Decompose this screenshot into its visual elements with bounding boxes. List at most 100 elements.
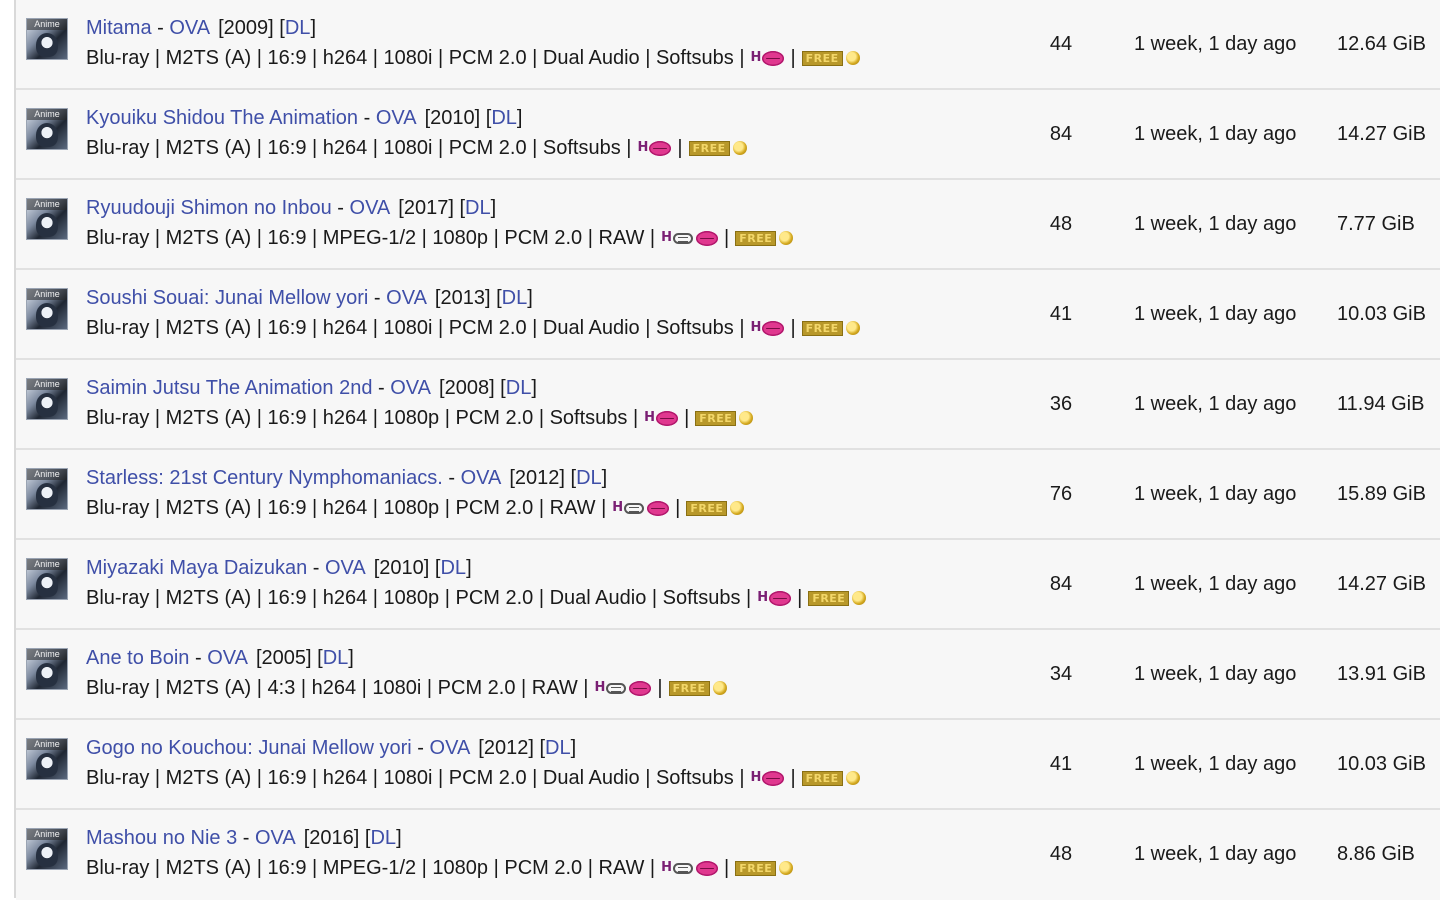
h-icon: H: [750, 50, 762, 65]
release-type-link[interactable]: OVA: [461, 467, 502, 489]
category-art: [36, 303, 58, 327]
size-cell: 11.94 GiB: [1337, 393, 1425, 415]
dl-bracket-open: [: [453, 197, 466, 219]
anime-category-icon[interactable]: Anime: [26, 378, 68, 420]
anime-category-icon[interactable]: Anime: [26, 738, 68, 780]
anime-category-icon[interactable]: Anime: [26, 108, 68, 150]
series-title-link[interactable]: Soushi Souai: Junai Mellow yori: [86, 287, 368, 309]
lips-icon: [762, 770, 785, 786]
size-cell: 7.77 GiB: [1337, 213, 1415, 235]
hentai-badge: H: [751, 764, 785, 792]
series-title-link[interactable]: Mashou no Nie 3: [86, 827, 237, 849]
table-row: Anime Miyazaki Maya Daizukan - OVA [2010] …: [16, 540, 1440, 630]
count-cell: 41: [1049, 303, 1073, 325]
download-link[interactable]: DL: [285, 17, 311, 39]
anime-category-icon[interactable]: Anime: [26, 288, 68, 330]
torrent-title-line: Mashou no Nie 3 - OVA [2016] [DL]: [86, 824, 402, 852]
anime-category-icon[interactable]: Anime: [26, 558, 68, 600]
h-icon: H: [644, 410, 655, 425]
download-link[interactable]: DL: [502, 287, 528, 309]
category-art: [36, 33, 58, 57]
release-type-link[interactable]: OVA: [325, 557, 366, 579]
category-label: Anime: [27, 379, 67, 390]
anime-category-icon[interactable]: Anime: [26, 18, 68, 60]
release-type-link[interactable]: OVA: [350, 197, 391, 219]
series-title-link[interactable]: Ryuudouji Shimon no Inbou: [86, 197, 332, 219]
download-link[interactable]: DL: [370, 827, 396, 849]
download-link[interactable]: DL: [545, 737, 571, 759]
dl-bracket-open: [: [273, 17, 285, 39]
title-separator: -: [358, 107, 376, 129]
lips-icon: [629, 680, 652, 696]
release-year: [2009]: [218, 17, 274, 39]
series-title-link[interactable]: Miyazaki Maya Daizukan: [86, 557, 307, 579]
free-icon: FREE: [801, 50, 843, 66]
release-type-link[interactable]: OVA: [207, 647, 248, 669]
age-cell: 1 week, 1 day ago: [1134, 663, 1297, 685]
series-title-link[interactable]: Gogo no Kouchou: Junai Mellow yori: [86, 737, 412, 759]
age-cell: 1 week, 1 day ago: [1134, 213, 1297, 235]
anime-category-icon[interactable]: Anime: [26, 828, 68, 870]
count-cell: 48: [1049, 843, 1073, 865]
hentai-badge: H: [638, 134, 672, 162]
details-text: Blu-ray | M2TS (A) | 16:9 | h264 | 1080i…: [86, 137, 632, 159]
torrent-details: Blu-ray | M2TS (A) | 16:9 | h264 | 1080i…: [86, 314, 862, 342]
download-link[interactable]: DL: [506, 377, 532, 399]
dl-bracket-close: ]: [490, 197, 497, 219]
download-link[interactable]: DL: [491, 107, 517, 129]
category-art: [36, 573, 58, 597]
release-type-link[interactable]: OVA: [390, 377, 431, 399]
censored-icon: [624, 502, 645, 514]
release-year: [2012]: [509, 467, 565, 489]
details-text: Blu-ray | M2TS (A) | 16:9 | h264 | 1080i…: [86, 47, 745, 69]
series-title-link[interactable]: Saimin Jutsu The Animation 2nd: [86, 377, 372, 399]
anime-category-icon[interactable]: Anime: [26, 198, 68, 240]
title-separator: -: [237, 827, 255, 849]
download-link[interactable]: DL: [440, 557, 466, 579]
h-icon: H: [637, 140, 649, 155]
release-type-link[interactable]: OVA: [386, 287, 427, 309]
title-separator: -: [307, 557, 325, 579]
series-title-link[interactable]: Starless: 21st Century Nymphomaniacs.: [86, 467, 443, 489]
count-cell: 76: [1049, 483, 1073, 505]
release-type-link[interactable]: OVA: [376, 107, 417, 129]
series-title-link[interactable]: Kyouiku Shidou The Animation: [86, 107, 358, 129]
lips-icon: [649, 140, 672, 156]
download-link[interactable]: DL: [323, 647, 349, 669]
series-title-link[interactable]: Mitama: [86, 17, 152, 39]
release-type-link[interactable]: OVA: [255, 827, 296, 849]
count-cell: 84: [1049, 123, 1073, 145]
category-art: [36, 393, 58, 417]
series-title-link[interactable]: Ane to Boin: [86, 647, 189, 669]
anime-category-icon[interactable]: Anime: [26, 468, 68, 510]
category-label: Anime: [27, 829, 67, 840]
pipe-separator: |: [657, 677, 663, 699]
category-art: [36, 663, 58, 687]
table-row: Anime Gogo no Kouchou: Junai Mellow yori …: [16, 720, 1440, 810]
age-cell: 1 week, 1 day ago: [1134, 33, 1297, 55]
age-cell: 1 week, 1 day ago: [1134, 123, 1297, 145]
category-art: [36, 123, 58, 147]
pipe-separator: |: [724, 227, 730, 249]
hentai-badge: H: [594, 674, 652, 702]
free-icon: FREE: [695, 410, 737, 426]
release-type-link[interactable]: OVA: [169, 17, 210, 39]
hentai-badge: H: [751, 314, 785, 342]
download-link[interactable]: DL: [465, 197, 491, 219]
freeleech-badge: FREE: [695, 410, 754, 426]
torrent-title-line: Kyouiku Shidou The Animation - OVA [2010]…: [86, 104, 522, 132]
category-art: [36, 213, 58, 237]
release-type-link[interactable]: OVA: [430, 737, 471, 759]
coin-icon: [779, 861, 794, 875]
anime-category-icon[interactable]: Anime: [26, 648, 68, 690]
torrent-title-line: Starless: 21st Century Nymphomaniacs. - …: [86, 464, 607, 492]
release-year: [2016]: [303, 827, 360, 849]
hentai-badge: H: [661, 854, 719, 882]
freeleech-badge: FREE: [808, 590, 867, 606]
coin-icon: [739, 411, 754, 425]
download-link[interactable]: DL: [576, 467, 602, 489]
free-icon: FREE: [801, 770, 843, 786]
free-icon: FREE: [801, 320, 843, 336]
dl-bracket-close: ]: [466, 557, 472, 579]
category-label: Anime: [27, 289, 67, 300]
